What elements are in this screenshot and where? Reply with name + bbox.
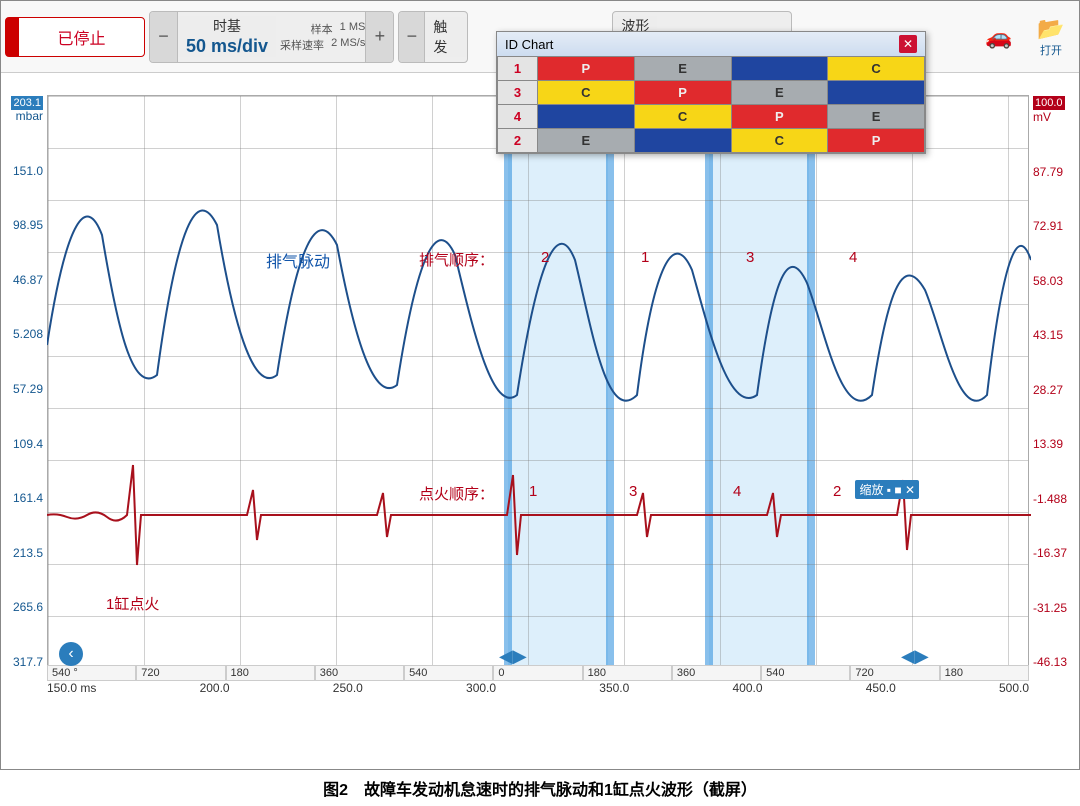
timebase-display[interactable]: 时基 50 ms/div <box>178 16 276 57</box>
back-button[interactable]: ‹ <box>59 642 83 666</box>
status-button[interactable]: 已停止 <box>5 17 145 57</box>
zoom-toolbar[interactable]: 缩放 ▪ ■ ✕ <box>855 480 919 499</box>
trigger-stepper: − 触发 <box>398 11 468 63</box>
id-chart-panel: ID Chart ✕ 1PEC3CPE4CPE2ECP <box>496 31 926 154</box>
timebase-label: 时基 <box>213 16 241 36</box>
oscilloscope-window: 已停止 − 时基 50 ms/div 样本 1 MS 采样速率 2 MS/s +… <box>0 0 1080 770</box>
open-button[interactable]: 📂打开 <box>1027 16 1075 58</box>
id-chart-title: ID Chart <box>505 37 553 52</box>
scroll-handle-right[interactable]: ◀▶ <box>901 646 929 667</box>
anno-exhaust-2: 2 <box>541 249 549 266</box>
id-chart-titlebar[interactable]: ID Chart ✕ <box>497 32 925 56</box>
anno-exhaust-1: 1 <box>641 249 649 266</box>
id-chart-table: 1PEC3CPE4CPE2ECP <box>497 56 925 153</box>
figure-caption: 图2 故障车发动机怠速时的排气脉动和1缸点火波形（截屏） <box>0 770 1080 806</box>
sample-info: 样本 1 MS 采样速率 2 MS/s <box>280 21 365 53</box>
anno-fire-3: 3 <box>629 483 637 500</box>
timebase-value: 50 ms/div <box>186 36 268 57</box>
anno-exhaust-pulse: 排气脉动 <box>266 248 330 272</box>
x-axis-ms: 150.0 ms200.0250.0300.0350.0400.0450.050… <box>47 681 1029 695</box>
anno-exhaust-order-label: 排气顺序： <box>419 249 494 270</box>
anno-fire-1: 1 <box>529 483 537 500</box>
timebase-plus[interactable]: + <box>365 12 393 62</box>
trigger-minus[interactable]: − <box>399 12 425 62</box>
anno-exhaust-3: 3 <box>746 249 754 266</box>
close-icon[interactable]: ✕ <box>899 35 917 53</box>
waveform-canvas <box>47 95 1031 671</box>
anno-fire-order-label: 点火顺序： <box>419 483 494 504</box>
anno-cyl1-fire: 1缸点火 <box>106 593 159 614</box>
timebase-stepper: − 时基 50 ms/div 样本 1 MS 采样速率 2 MS/s + <box>149 11 394 63</box>
anno-exhaust-4: 4 <box>849 249 857 266</box>
scroll-handle-left[interactable]: ◀▶ <box>499 646 527 667</box>
y-axis-left: 203.1mbar151.098.9546.875.20857.29109.41… <box>1 95 47 669</box>
chart-area: 203.1mbar151.098.9546.875.20857.29109.41… <box>1 73 1079 729</box>
trigger-label: 触发 <box>433 17 459 57</box>
timebase-minus[interactable]: − <box>150 12 178 62</box>
car-icon[interactable]: 🚗 <box>975 24 1023 50</box>
trace-exhaust <box>47 210 1031 400</box>
y-axis-right: 100.0mV87.7972.9158.0343.1528.2713.39-1.… <box>1029 95 1079 669</box>
anno-fire-2: 2 <box>833 483 841 500</box>
anno-fire-4: 4 <box>733 483 741 500</box>
